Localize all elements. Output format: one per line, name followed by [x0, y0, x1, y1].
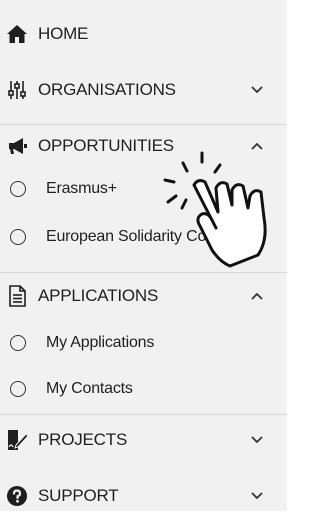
menu-item-label: HOME [38, 24, 89, 43]
home-icon [6, 23, 28, 45]
chevron-down-icon [250, 83, 264, 97]
submenu-item-my-applications[interactable]: My Applications [0, 328, 287, 358]
menu-item-support[interactable]: SUPPORT [0, 478, 287, 514]
radio-button[interactable] [10, 181, 26, 197]
document-icon [6, 285, 28, 307]
divider [0, 272, 287, 273]
divider [0, 124, 287, 125]
question-circle-icon [6, 485, 28, 507]
chevron-up-icon [250, 289, 264, 303]
submenu-item-label: My Applications [46, 334, 155, 351]
menu-item-label: OPPORTUNITIES [38, 136, 174, 155]
submenu-item-label: Erasmus+ [46, 180, 117, 197]
megaphone-icon [6, 135, 28, 157]
menu-item-organisations[interactable]: ORGANISATIONS [0, 72, 287, 108]
menu-item-label: PROJECTS [38, 430, 128, 449]
radio-button[interactable] [10, 381, 26, 397]
radio-button[interactable] [10, 229, 26, 245]
menu-item-projects[interactable]: PROJECTS [0, 422, 287, 458]
menu-item-applications[interactable]: APPLICATIONS [0, 278, 287, 314]
signature-icon [6, 429, 28, 451]
menu-item-label: ORGANISATIONS [38, 80, 176, 99]
menu-item-home[interactable]: HOME [0, 16, 287, 52]
submenu-item-my-contacts[interactable]: My Contacts [0, 374, 287, 404]
divider [0, 414, 287, 415]
menu-item-label: SUPPORT [38, 486, 119, 505]
tap-hand-icon [163, 151, 267, 268]
sliders-icon [6, 79, 28, 101]
radio-button[interactable] [10, 335, 26, 351]
submenu-item-label: My Contacts [46, 380, 133, 397]
chevron-down-icon [250, 433, 264, 447]
menu-item-label: APPLICATIONS [38, 286, 159, 305]
chevron-down-icon [250, 489, 264, 503]
